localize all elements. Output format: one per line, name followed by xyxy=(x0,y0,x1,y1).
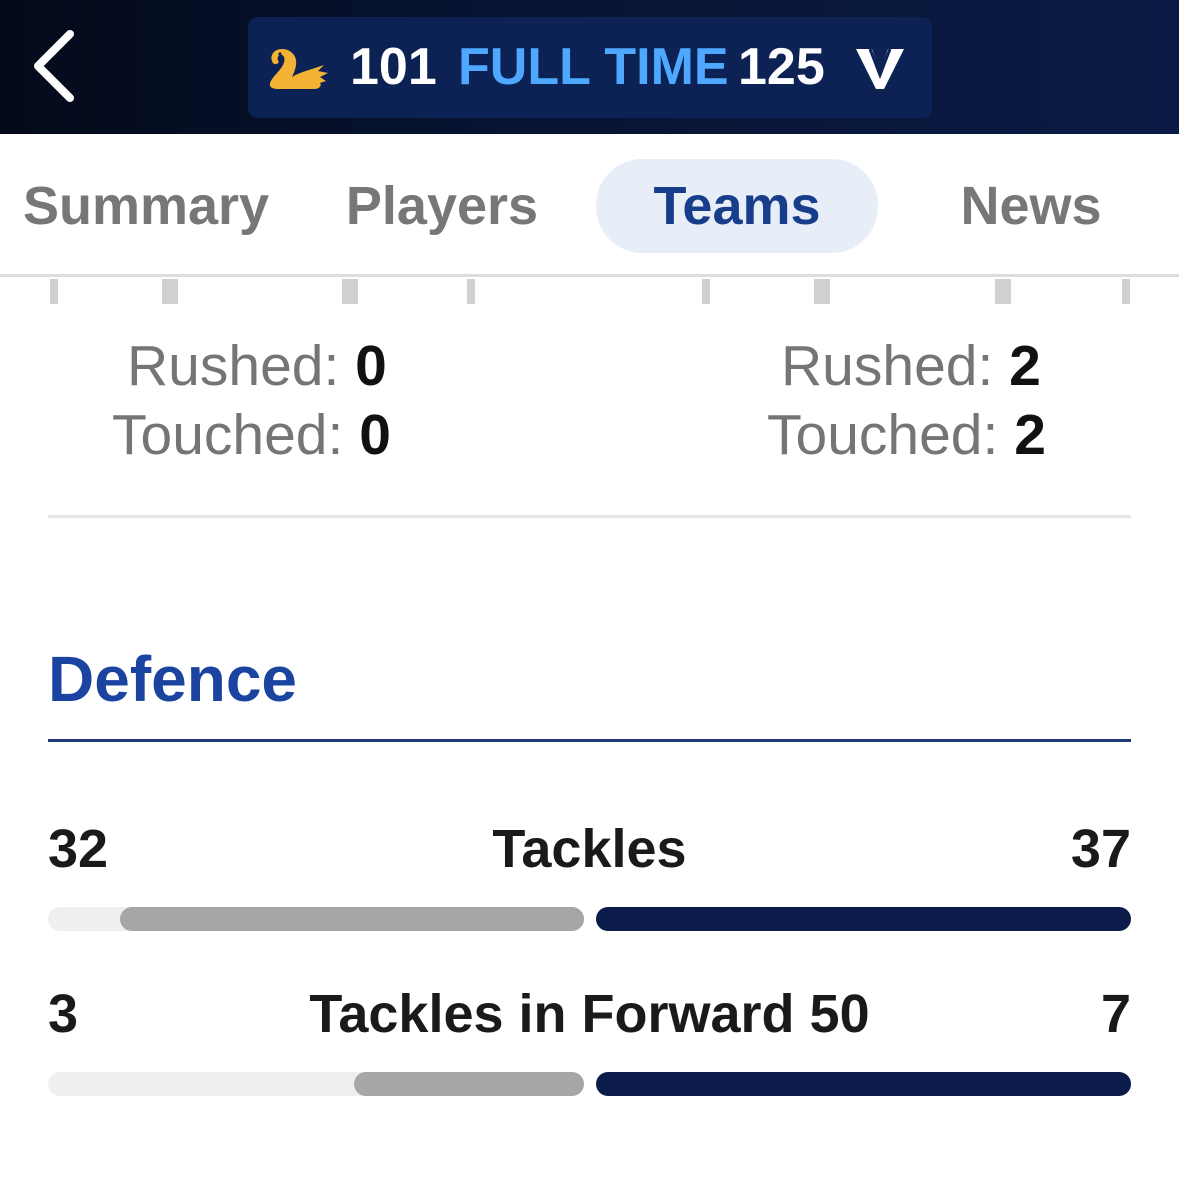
tab-summary[interactable]: Summary xyxy=(10,159,282,253)
section-divider xyxy=(48,515,1131,518)
match-status: FULL TIME xyxy=(458,38,729,96)
tackles-f50-away-bar xyxy=(596,1072,1131,1096)
tackles-f50-label: Tackles in Forward 50 xyxy=(309,984,870,1044)
tackles-home-bar-fill xyxy=(120,907,584,931)
chart-tick xyxy=(814,279,830,304)
away-touched: Touched: 2 xyxy=(767,402,1046,468)
tackles-f50-away-value: 7 xyxy=(1100,984,1131,1044)
tackles-away-value: 37 xyxy=(1070,819,1131,879)
chart-tick xyxy=(342,279,358,304)
back-button[interactable] xyxy=(18,22,88,110)
home-rushed-value: 0 xyxy=(355,334,387,398)
section-rule xyxy=(48,739,1131,742)
chevron-left-icon xyxy=(34,30,74,102)
tackles-away-bar xyxy=(596,907,1131,931)
home-rushed: Rushed: 0 xyxy=(127,333,387,399)
away-rushed-value: 2 xyxy=(1009,334,1041,398)
away-rushed: Rushed: 2 xyxy=(781,333,1041,399)
home-touched-value: 0 xyxy=(359,403,391,467)
tackles-label: Tackles xyxy=(492,819,687,879)
home-rushed-label: Rushed: xyxy=(127,334,340,398)
chart-tick xyxy=(702,279,710,304)
away-touched-value: 2 xyxy=(1014,403,1046,467)
away-rushed-label: Rushed: xyxy=(781,334,994,398)
scoreboard[interactable]: 101 FULL TIME 125 xyxy=(248,17,932,118)
tab-teams[interactable]: Teams xyxy=(596,159,878,253)
v-logo-icon xyxy=(856,48,904,89)
match-header: 101 FULL TIME 125 xyxy=(0,0,1179,134)
chart-tick xyxy=(995,279,1011,304)
tackles-home-bar xyxy=(48,907,584,931)
chart-tick xyxy=(162,279,178,304)
tackles-f50-away-bar-fill xyxy=(596,1072,1131,1096)
home-score: 101 xyxy=(350,38,437,96)
section-title-defence: Defence xyxy=(48,643,297,715)
away-touched-label: Touched: xyxy=(767,403,999,467)
tackles-f50-home-bar xyxy=(48,1072,584,1096)
tackles-f50-home-bar-fill xyxy=(354,1072,584,1096)
tab-news[interactable]: News xyxy=(940,159,1122,253)
tackles-away-bar-fill xyxy=(596,907,1131,931)
chart-tick xyxy=(467,279,475,304)
home-touched-label: Touched: xyxy=(112,403,344,467)
chart-tick xyxy=(50,279,58,304)
home-touched: Touched: 0 xyxy=(112,402,391,468)
tab-players[interactable]: Players xyxy=(330,159,554,253)
away-score: 125 xyxy=(738,38,825,96)
swan-icon xyxy=(269,49,328,89)
tab-bar: Summary Players Teams News xyxy=(0,134,1179,277)
chart-tick xyxy=(1122,279,1130,304)
